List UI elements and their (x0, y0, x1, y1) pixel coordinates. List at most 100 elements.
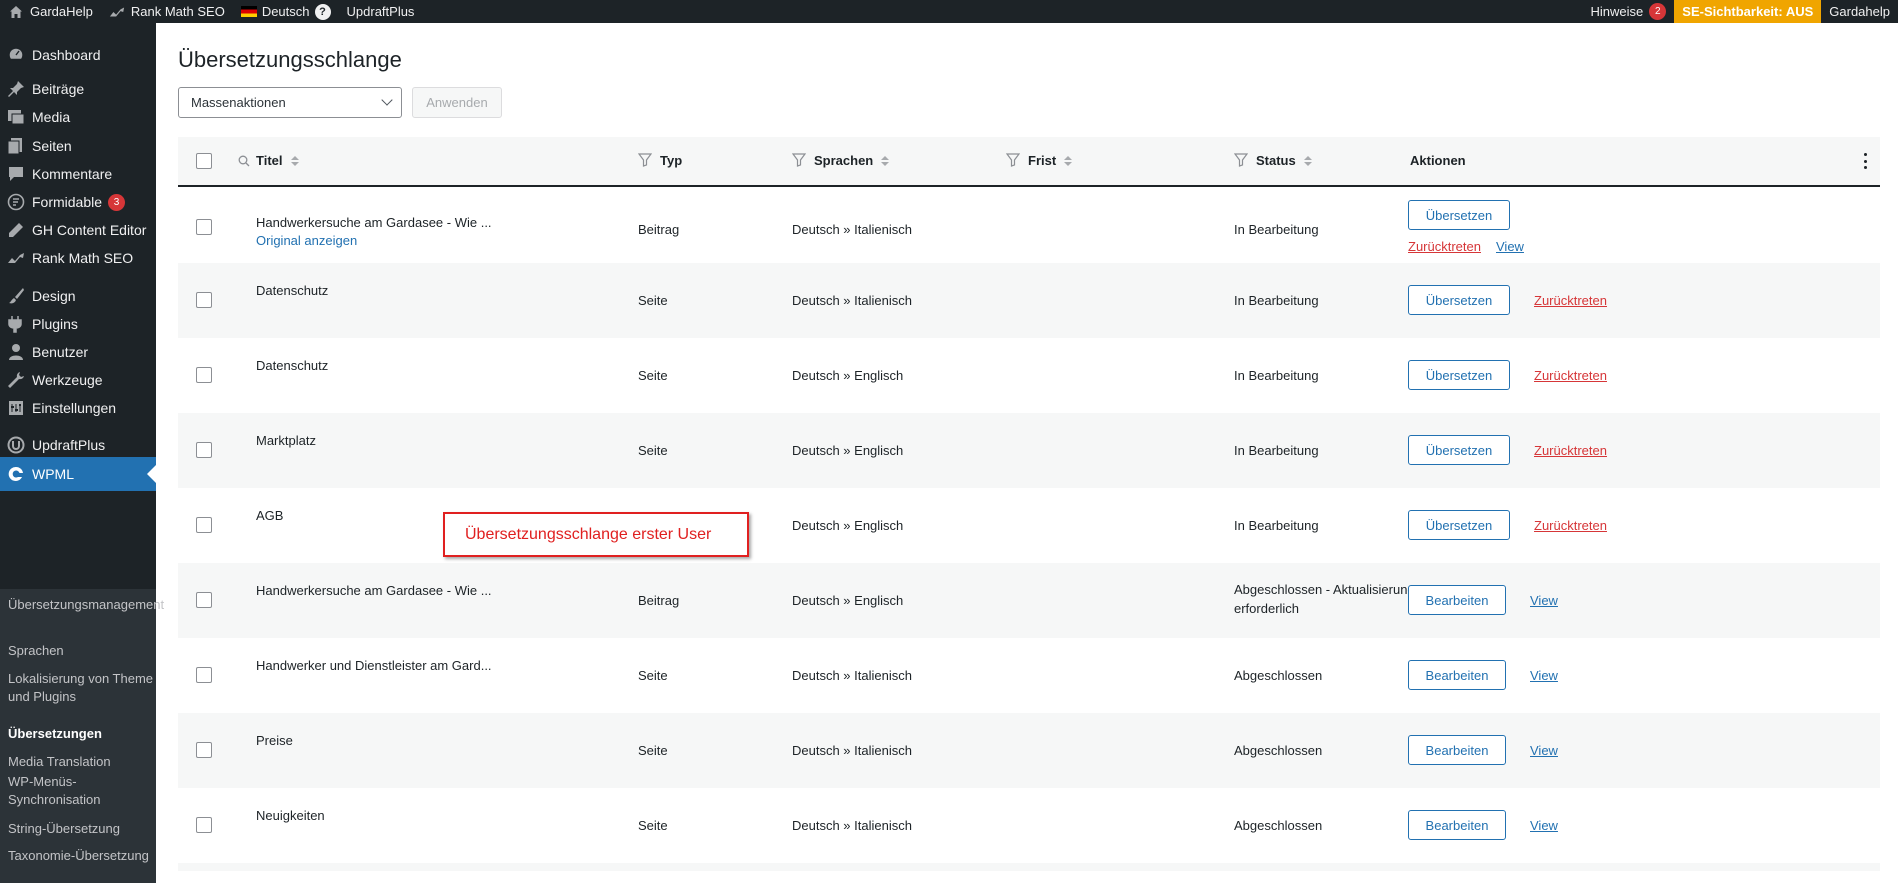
table-row: Handwerkersuche am Gardasee - Wie ... Be… (178, 563, 1880, 638)
column-type-header[interactable]: Typ (660, 153, 682, 168)
row-checkbox[interactable] (196, 292, 212, 308)
row-checkbox[interactable] (196, 442, 212, 458)
row-title[interactable]: Marktplatz (256, 433, 316, 448)
withdraw-link[interactable]: Zurücktreten (1534, 443, 1607, 458)
translate-button[interactable]: Übersetzen (1408, 360, 1510, 390)
table-row: Datenschutz Seite Deutsch » Englisch In … (178, 338, 1880, 413)
language-switcher[interactable]: Deutsch ? (233, 0, 339, 23)
translate-button[interactable]: Übersetzen (1408, 200, 1510, 230)
column-deadline-header[interactable]: Frist (1028, 153, 1073, 168)
sort-icon[interactable] (1064, 155, 1073, 166)
row-status: In Bearbeitung (1234, 443, 1319, 458)
row-languages: Deutsch » Englisch (792, 593, 904, 608)
row-status: In Bearbeitung (1234, 368, 1319, 383)
view-link[interactable]: View (1530, 818, 1558, 833)
submenu-taxonomy-translation[interactable]: Taxonomie-Übersetzung (8, 847, 154, 865)
view-link[interactable]: View (1530, 593, 1558, 608)
sort-icon[interactable] (290, 155, 299, 166)
row-checkbox[interactable] (196, 742, 212, 758)
submenu-languages[interactable]: Sprachen (8, 642, 154, 660)
page-title: Übersetzungsschlange (178, 47, 402, 72)
withdraw-link[interactable]: Zurücktreten (1534, 293, 1607, 308)
notices-link[interactable]: Hinweise 2 (1583, 0, 1675, 23)
column-languages-header[interactable]: Sprachen (814, 153, 890, 168)
table-row: Handwerker und Dienstleister am Gard... … (178, 638, 1880, 713)
row-status: Abgeschlossen (1234, 668, 1323, 683)
table-row: Datenschutz Seite Deutsch » Italienisch … (178, 263, 1880, 338)
wpml-submenu-items: Übersetzungsmanagement Sprachen Lokalisi… (0, 23, 164, 883)
updraft-link[interactable]: UpdraftPlus (339, 0, 423, 23)
site-name-link[interactable]: GardaHelp (0, 0, 101, 23)
row-status: In Bearbeitung (1234, 518, 1319, 533)
row-title[interactable]: Datenschutz (256, 358, 328, 373)
view-link[interactable]: View (1530, 668, 1558, 683)
submenu-menu-sync[interactable]: WP-Menüs-Synchronisation (8, 773, 154, 809)
row-type: Seite (638, 818, 668, 833)
help-icon[interactable]: ? (314, 3, 331, 20)
translate-button[interactable]: Übersetzen (1408, 435, 1510, 465)
main-content: Übersetzungsschlange Massenaktionen Anwe… (156, 23, 1898, 883)
row-languages: Deutsch » Englisch (792, 368, 904, 383)
home-icon (8, 4, 24, 20)
row-type: Beitrag (638, 593, 680, 608)
translate-button[interactable]: Übersetzen (1408, 510, 1510, 540)
user-account-link[interactable]: Gardahelp (1821, 0, 1898, 23)
filter-icon[interactable] (1005, 153, 1021, 167)
row-title[interactable]: Neuigkeiten (256, 808, 325, 823)
bulk-actions-select[interactable]: Massenaktionen (178, 87, 402, 118)
submenu-theme-plugin-localization[interactable]: Lokalisierung von Theme und Plugins (8, 670, 154, 706)
row-languages: Deutsch » Englisch (792, 518, 904, 533)
sort-icon[interactable] (881, 155, 890, 166)
row-checkbox[interactable] (196, 667, 212, 683)
row-title[interactable]: AGB (256, 508, 283, 523)
search-icon[interactable] (238, 155, 250, 170)
withdraw-link[interactable]: Zurücktreten (1534, 518, 1607, 533)
column-languages-label: Sprachen (814, 153, 874, 168)
row-checkbox[interactable] (196, 219, 212, 235)
table-row: Preise Seite Deutsch » Italienisch Abges… (178, 713, 1880, 788)
se-visibility-link[interactable]: SE-Sichtbarkeit: AUS (1674, 0, 1822, 23)
row-languages: Deutsch » Italienisch (792, 222, 912, 237)
view-link[interactable]: View (1530, 743, 1558, 758)
rank-math-label: Rank Math SEO (130, 4, 225, 19)
translate-button[interactable]: Übersetzen (1408, 285, 1510, 315)
sort-icon[interactable] (1303, 155, 1312, 166)
submenu-media-translation[interactable]: Media Translation (8, 753, 154, 771)
row-checkbox[interactable] (196, 517, 212, 533)
row-status: Abgeschlossen - Aktualisierung (1234, 582, 1415, 597)
row-title[interactable]: Preise (256, 733, 293, 748)
row-title[interactable]: Datenschutz (256, 283, 328, 298)
column-status-header[interactable]: Status (1256, 153, 1312, 168)
table-row (178, 863, 1880, 871)
table-row: Handwerkersuche am Gardasee - Wie ... Or… (178, 189, 1880, 263)
withdraw-link[interactable]: Zurücktreten (1408, 239, 1481, 254)
notices-label: Hinweise (1590, 4, 1644, 19)
row-checkbox[interactable] (196, 817, 212, 833)
apply-button[interactable]: Anwenden (412, 87, 502, 118)
view-original-link[interactable]: Original anzeigen (256, 233, 357, 248)
filter-icon[interactable] (1233, 153, 1249, 167)
site-name-label: GardaHelp (30, 4, 93, 19)
column-title-header[interactable]: Titel (256, 153, 299, 168)
row-title[interactable]: Handwerker und Dienstleister am Gard... (256, 658, 492, 673)
submenu-translations[interactable]: Übersetzungen (8, 725, 154, 743)
withdraw-link[interactable]: Zurücktreten (1534, 368, 1607, 383)
view-link[interactable]: View (1496, 239, 1524, 254)
submenu-translation-management[interactable]: Übersetzungsmanagement (8, 596, 164, 614)
rank-math-link[interactable]: Rank Math SEO (101, 0, 233, 23)
select-all-checkbox[interactable] (196, 153, 212, 169)
row-title[interactable]: Handwerkersuche am Gardasee - Wie ... (256, 583, 492, 598)
edit-button[interactable]: Bearbeiten (1408, 660, 1506, 690)
submenu-string-translation[interactable]: String-Übersetzung (8, 820, 154, 838)
row-checkbox[interactable] (196, 592, 212, 608)
edit-button[interactable]: Bearbeiten (1408, 810, 1506, 840)
table-row: Marktplatz Seite Deutsch » Englisch In B… (178, 413, 1880, 488)
filter-icon[interactable] (791, 153, 807, 167)
row-checkbox[interactable] (196, 367, 212, 383)
edit-button[interactable]: Bearbeiten (1408, 585, 1506, 615)
filter-icon[interactable] (637, 153, 653, 167)
edit-button[interactable]: Bearbeiten (1408, 735, 1506, 765)
row-title[interactable]: Handwerkersuche am Gardasee - Wie ... (256, 215, 492, 230)
language-label: Deutsch (261, 4, 310, 19)
more-options-icon[interactable] (1864, 153, 1868, 169)
